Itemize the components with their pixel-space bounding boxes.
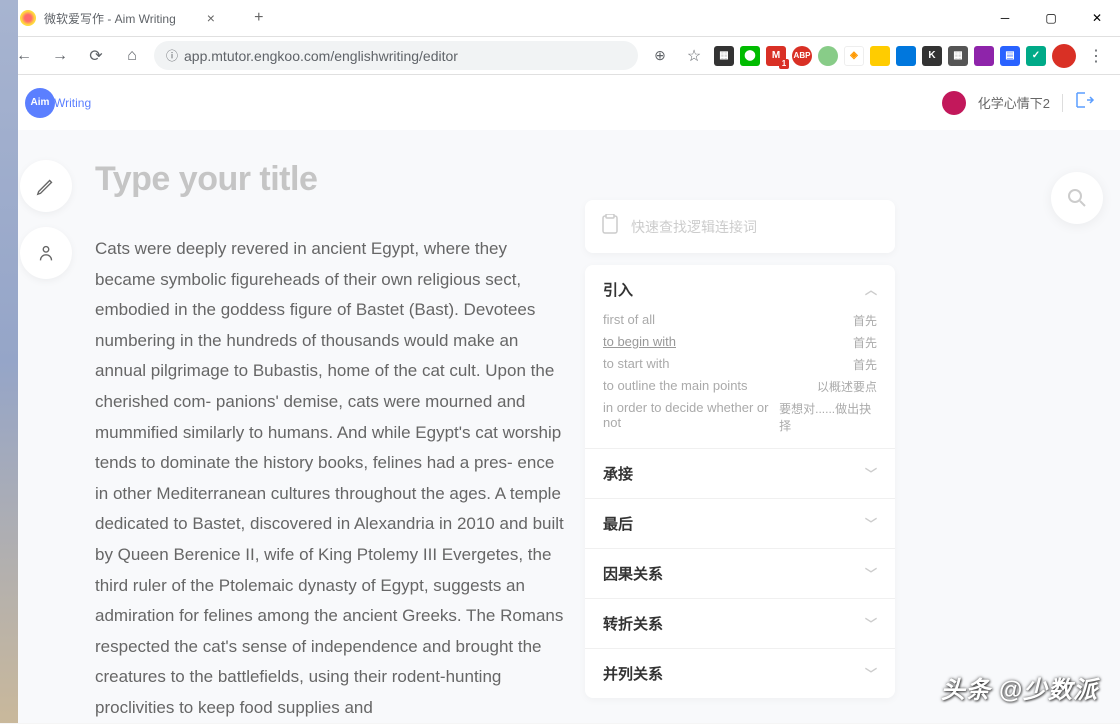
extension-icon[interactable]: ▦	[714, 46, 734, 66]
app-header: Aim Writing 化学心情下2	[0, 75, 1120, 130]
category-title: 承接	[603, 463, 633, 484]
extension-icon[interactable]	[870, 46, 890, 66]
close-tab-icon[interactable]: ×	[204, 11, 218, 25]
profile-avatar[interactable]	[1052, 44, 1076, 68]
divider	[1062, 94, 1063, 112]
title-input[interactable]: Type your title	[95, 160, 570, 199]
minimize-button[interactable]: ─	[982, 2, 1028, 34]
exit-icon[interactable]	[1075, 91, 1095, 114]
chevron-down-icon[interactable]: ﹀	[865, 665, 877, 682]
category-title: 最后	[603, 513, 633, 534]
extension-icon[interactable]	[974, 46, 994, 66]
phrase-item[interactable]: first of all 首先	[603, 312, 877, 329]
chevron-down-icon[interactable]: ﹀	[865, 515, 877, 532]
phrase-item[interactable]: in order to decide whether or not 要想对...…	[603, 400, 877, 434]
category-parallel[interactable]: 并列关系 ﹀	[585, 648, 895, 698]
logo-icon: Aim	[25, 88, 55, 118]
left-sidebar	[20, 150, 80, 723]
close-window-button[interactable]: ✕	[1074, 2, 1120, 34]
pencil-icon	[35, 175, 57, 197]
extension-icon[interactable]: M	[766, 46, 786, 66]
extension-icon[interactable]	[896, 46, 916, 66]
browser-toolbar: ← → ⟳ ⌂ ⓘ app.mtutor.engkoo.com/englishw…	[0, 37, 1120, 75]
phrase-list: first of all 首先 to begin with 首先 to star…	[603, 312, 877, 434]
category-title: 并列关系	[603, 663, 663, 684]
logo-text: Writing	[54, 96, 91, 110]
address-bar[interactable]: ⓘ app.mtutor.engkoo.com/englishwriting/e…	[154, 41, 638, 70]
url-text: app.mtutor.engkoo.com/englishwriting/edi…	[184, 48, 458, 64]
user-avatar[interactable]	[942, 91, 966, 115]
clipboard-icon	[601, 214, 619, 239]
favicon	[20, 10, 36, 26]
category-title: 引入	[603, 279, 633, 300]
category-intro[interactable]: 引入 ︿ first of all 首先 to begin with 首先 to…	[585, 265, 895, 448]
extension-icon[interactable]: ◈	[844, 46, 864, 66]
person-icon	[35, 242, 57, 264]
phrase-search-box[interactable]: 快速查找逻辑连接词	[585, 200, 895, 253]
category-title: 转折关系	[603, 613, 663, 634]
site-info-icon[interactable]: ⓘ	[166, 47, 178, 64]
chevron-up-icon[interactable]: ︿	[865, 281, 877, 298]
edit-button[interactable]	[20, 160, 72, 212]
category-finally[interactable]: 最后 ﹀	[585, 498, 895, 548]
search-floating-button[interactable]	[1051, 172, 1103, 224]
watermark: 头条 @少数派	[941, 670, 1098, 705]
maximize-button[interactable]: ▢	[1028, 2, 1074, 34]
right-panel: 快速查找逻辑连接词 引入 ︿ first of all 首先 to begin …	[585, 150, 895, 723]
category-continuation[interactable]: 承接 ﹀	[585, 448, 895, 498]
extension-icon[interactable]: ▦	[948, 46, 968, 66]
browser-tab-strip: 微软爱写作 - Aim Writing × + ─ ▢ ✕	[0, 0, 1120, 37]
category-title: 因果关系	[603, 563, 663, 584]
browser-tab[interactable]: 微软爱写作 - Aim Writing ×	[8, 0, 230, 36]
tab-title: 微软爱写作 - Aim Writing	[44, 10, 176, 27]
phrase-item[interactable]: to begin with 首先	[603, 334, 877, 351]
profile-button[interactable]	[20, 227, 72, 279]
extension-icon[interactable]: ⬤	[740, 46, 760, 66]
chrome-menu-icon[interactable]: ⋮	[1082, 46, 1110, 66]
category-cause-effect[interactable]: 因果关系 ﹀	[585, 548, 895, 598]
phrase-item[interactable]: to start with 首先	[603, 356, 877, 373]
app-logo[interactable]: Aim Writing	[25, 88, 91, 118]
chevron-down-icon[interactable]: ﹀	[865, 565, 877, 582]
bookmark-star-icon[interactable]: ☆	[680, 42, 708, 70]
translate-icon[interactable]: ⊕	[646, 42, 674, 70]
new-tab-button[interactable]: +	[245, 4, 273, 32]
extension-icon[interactable]	[818, 46, 838, 66]
editor-area[interactable]: Type your title Cats were deeply revered…	[95, 150, 570, 723]
chevron-down-icon[interactable]: ﹀	[865, 465, 877, 482]
extension-icon[interactable]: ✓	[1026, 46, 1046, 66]
extension-icon[interactable]: ▤	[1000, 46, 1020, 66]
search-icon	[1065, 186, 1089, 210]
user-name: 化学心情下2	[978, 93, 1050, 112]
phrase-categories: 引入 ︿ first of all 首先 to begin with 首先 to…	[585, 265, 895, 698]
forward-button[interactable]: →	[46, 42, 74, 70]
home-button[interactable]: ⌂	[118, 42, 146, 70]
phrase-search-placeholder: 快速查找逻辑连接词	[631, 217, 757, 237]
extension-icon[interactable]: ABP	[792, 46, 812, 66]
category-transition[interactable]: 转折关系 ﹀	[585, 598, 895, 648]
phrase-item[interactable]: to outline the main points 以概述要点	[603, 378, 877, 395]
chevron-down-icon[interactable]: ﹀	[865, 615, 877, 632]
reload-button[interactable]: ⟳	[82, 42, 110, 70]
extension-icon[interactable]: K	[922, 46, 942, 66]
main-content: Type your title Cats were deeply revered…	[0, 130, 1120, 723]
desktop-edge	[0, 0, 18, 723]
extensions-area: ⊕ ☆ ▦ ⬤ M ABP ◈ K ▦ ▤ ✓ ⋮	[646, 42, 1110, 70]
body-text[interactable]: Cats were deeply revered in ancient Egyp…	[95, 234, 570, 724]
